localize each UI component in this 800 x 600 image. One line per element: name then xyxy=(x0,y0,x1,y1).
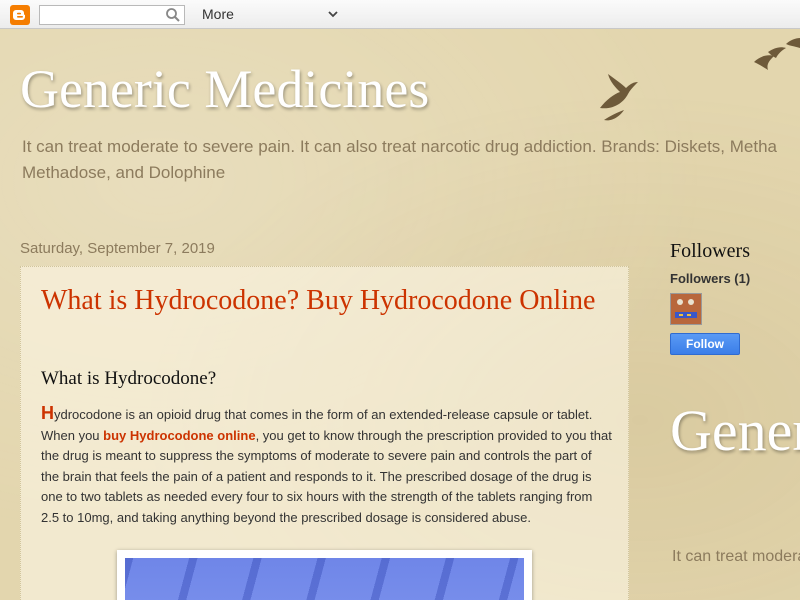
blog-title[interactable]: Generic Medicines xyxy=(20,58,429,120)
post-date: Saturday, September 7, 2019 xyxy=(20,240,215,257)
blog-description-line: It can treat moderate to severe pain. It… xyxy=(22,137,777,156)
follower-avatar[interactable] xyxy=(670,293,702,325)
blog-description: It can treat moderate to severe pain. It… xyxy=(22,134,800,186)
post-image-content xyxy=(125,558,524,600)
blogger-navbar: More xyxy=(0,0,800,29)
birds-decoration-icon xyxy=(600,38,800,121)
follow-button[interactable]: Follow xyxy=(670,333,740,355)
post-image[interactable] xyxy=(117,550,532,600)
followers-widget-title: Followers xyxy=(670,240,750,262)
search-input[interactable] xyxy=(39,5,185,25)
sidebar-blog-description: It can treat moderate to severe pain. It… xyxy=(672,548,800,565)
post-drop-cap: H xyxy=(41,403,54,423)
post-subheading: What is Hydrocodone? xyxy=(41,368,217,389)
buy-hydrocodone-link[interactable]: buy Hydrocodone online xyxy=(103,428,255,443)
follower-avatar-icon xyxy=(671,294,701,324)
blog-description-line: Methadose, and Dolophine xyxy=(22,163,226,182)
search-icon[interactable] xyxy=(165,7,181,23)
followers-count[interactable]: Followers (1) xyxy=(670,271,750,286)
more-menu[interactable]: More xyxy=(202,6,234,22)
post-title[interactable]: What is Hydrocodone? Buy Hydrocodone Onl… xyxy=(41,283,601,319)
sidebar-blog-title[interactable]: Generic Medicines xyxy=(670,396,800,466)
chevron-down-icon[interactable] xyxy=(327,8,339,20)
blogger-logo-icon[interactable] xyxy=(10,5,30,25)
post-body: Hydrocodone is an opioid drug that comes… xyxy=(41,403,613,529)
